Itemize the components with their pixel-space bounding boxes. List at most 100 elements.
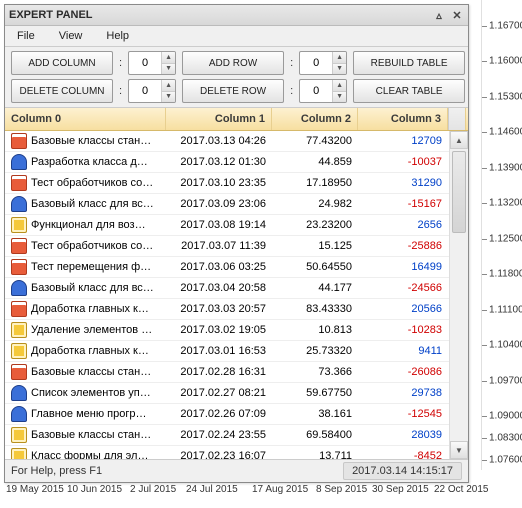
cell-value2: 83.43330	[272, 303, 358, 315]
table-row[interactable]: Класс формы для эл…2017.02.23 16:0713.71…	[5, 446, 468, 459]
row-icon	[11, 427, 27, 443]
row-icon	[11, 280, 27, 296]
cell-value3: -12545	[358, 408, 448, 420]
table-body: Базовые классы стан… 2017.03.13 04:2677.4…	[5, 131, 468, 459]
table-row[interactable]: Базовые классы стан…2017.03.13 04:2677.4…	[5, 131, 468, 152]
menu-file[interactable]: File	[9, 30, 51, 42]
add-column-button[interactable]: ADD COLUMN	[11, 51, 113, 75]
table-row[interactable]: Базовый класс для вс…2017.03.09 23:0624.…	[5, 194, 468, 215]
cell-value3: -10283	[358, 324, 448, 336]
cell-date: 2017.03.03 20:57	[166, 303, 272, 315]
close-icon[interactable]: ✕	[450, 8, 464, 22]
cell-name: Разработка класса д…	[5, 154, 166, 170]
menu-help[interactable]: Help	[98, 30, 145, 42]
clear-table-button[interactable]: CLEAR TABLE	[353, 79, 465, 103]
cell-value2: 77.43200	[272, 135, 358, 147]
date-tick-label: 30 Sep 2015	[372, 484, 429, 495]
table-row[interactable]: Разработка класса д…2017.03.12 01:3044.8…	[5, 152, 468, 173]
add-column-spinner[interactable]: 0 ▲▼	[128, 51, 176, 75]
cell-value3: -15167	[358, 198, 448, 210]
spin-up-icon[interactable]: ▲	[161, 52, 175, 64]
row-icon	[11, 196, 27, 212]
spin-down-icon[interactable]: ▼	[161, 64, 175, 75]
table-row[interactable]: Удаление элементов …2017.03.02 19:0510.8…	[5, 320, 468, 341]
cell-value2: 44.177	[272, 282, 358, 294]
scroll-track[interactable]	[450, 149, 468, 441]
table-row[interactable]: Доработка главных к…2017.03.01 16:5325.7…	[5, 341, 468, 362]
price-tick-label: 1.09700	[489, 376, 522, 387]
table-row[interactable]: Список элементов уп…2017.02.27 08:2159.6…	[5, 383, 468, 404]
add-row-button[interactable]: ADD ROW	[182, 51, 284, 75]
cell-name: Базовый класс для вс…	[5, 196, 166, 212]
cell-date: 2017.03.04 20:58	[166, 282, 272, 294]
cell-date: 2017.03.02 19:05	[166, 324, 272, 336]
price-tick-label: 1.09000	[489, 411, 522, 422]
add-row-spinner[interactable]: 0 ▲▼	[299, 51, 347, 75]
cell-name: Удаление элементов …	[5, 322, 166, 338]
minimize-icon[interactable]: ▵	[432, 8, 446, 22]
spin-up-icon[interactable]: ▲	[332, 52, 346, 64]
col-header-0[interactable]: Column 0	[5, 108, 166, 130]
col-header-3[interactable]: Column 3	[358, 108, 448, 130]
row-icon	[11, 238, 27, 254]
col-header-1[interactable]: Column 1	[166, 108, 272, 130]
cell-value2: 10.813	[272, 324, 358, 336]
cell-value2: 59.67750	[272, 387, 358, 399]
cell-name: Тест перемещения ф…	[5, 259, 166, 275]
table-row[interactable]: Функционал для воз…2017.03.08 19:1423.23…	[5, 215, 468, 236]
row-icon	[11, 175, 27, 191]
scroll-down-icon[interactable]: ▼	[450, 441, 468, 459]
vertical-scrollbar[interactable]: ▲ ▼	[449, 131, 468, 459]
spin-down-icon[interactable]: ▼	[332, 64, 346, 75]
spin-up-icon[interactable]: ▲	[332, 80, 346, 92]
table-row[interactable]: Главное меню прогр…2017.02.26 07:0938.16…	[5, 404, 468, 425]
price-tick-label: 1.16700	[489, 21, 522, 32]
row-icon	[11, 385, 27, 401]
scroll-thumb[interactable]	[452, 151, 466, 233]
cell-value2: 44.859	[272, 156, 358, 168]
row-icon	[11, 154, 27, 170]
cell-name: Базовые классы стан…	[5, 427, 166, 443]
cell-value3: -25886	[358, 240, 448, 252]
delete-row-button[interactable]: DELETE ROW	[182, 79, 284, 103]
price-tick-label: 1.16000	[489, 56, 522, 67]
cell-value2: 23.23200	[272, 219, 358, 231]
table-row[interactable]: Базовые классы стан…2017.02.28 16:3173.3…	[5, 362, 468, 383]
cell-date: 2017.03.09 23:06	[166, 198, 272, 210]
table-row[interactable]: Тест обработчиков со…2017.03.10 23:3517.…	[5, 173, 468, 194]
cell-date: 2017.03.10 23:35	[166, 177, 272, 189]
spin-down-icon[interactable]: ▼	[332, 92, 346, 103]
menu-view[interactable]: View	[51, 30, 99, 42]
cell-date: 2017.02.27 08:21	[166, 387, 272, 399]
date-tick-label: 17 Aug 2015	[252, 484, 308, 495]
col-header-2[interactable]: Column 2	[272, 108, 358, 130]
price-tick-label: 1.10400	[489, 340, 522, 351]
table-row[interactable]: Доработка главных к…2017.03.03 20:5783.4…	[5, 299, 468, 320]
rebuild-table-button[interactable]: REBUILD TABLE	[353, 51, 465, 75]
cell-value2: 69.58400	[272, 429, 358, 441]
price-axis: 1.167001.160001.153001.146001.139001.132…	[481, 0, 522, 470]
cell-value2: 15.125	[272, 240, 358, 252]
date-tick-label: 19 May 2015	[6, 484, 64, 495]
spin-up-icon[interactable]: ▲	[161, 80, 175, 92]
cell-value3: -8452	[358, 450, 448, 459]
cell-name: Тест обработчиков со…	[5, 175, 166, 191]
cell-date: 2017.03.13 04:26	[166, 135, 272, 147]
delete-column-spinner[interactable]: 0 ▲▼	[128, 79, 176, 103]
spin-down-icon[interactable]: ▼	[161, 92, 175, 103]
table-row[interactable]: Тест обработчиков со…2017.03.07 11:3915.…	[5, 236, 468, 257]
cell-value2: 17.18950	[272, 177, 358, 189]
table-row[interactable]: Базовые классы стан…2017.02.24 23:5569.5…	[5, 425, 468, 446]
table-row[interactable]: Тест перемещения ф…2017.03.06 03:2550.64…	[5, 257, 468, 278]
price-tick-label: 1.11100	[489, 305, 522, 316]
cell-name: Главное меню прогр…	[5, 406, 166, 422]
table-header: Column 0 Column 1 Column 2 Column 3	[5, 108, 468, 131]
cell-value3: 16499	[358, 261, 448, 273]
price-tick-label: 1.12500	[489, 234, 522, 245]
table-row[interactable]: Базовый класс для вс…2017.03.04 20:5844.…	[5, 278, 468, 299]
delete-column-button[interactable]: DELETE COLUMN	[11, 79, 113, 103]
cell-name: Функционал для воз…	[5, 217, 166, 233]
scroll-up-icon[interactable]: ▲	[450, 131, 468, 149]
delete-row-spinner[interactable]: 0 ▲▼	[299, 79, 347, 103]
titlebar[interactable]: EXPERT PANEL ▵ ✕	[5, 5, 468, 26]
